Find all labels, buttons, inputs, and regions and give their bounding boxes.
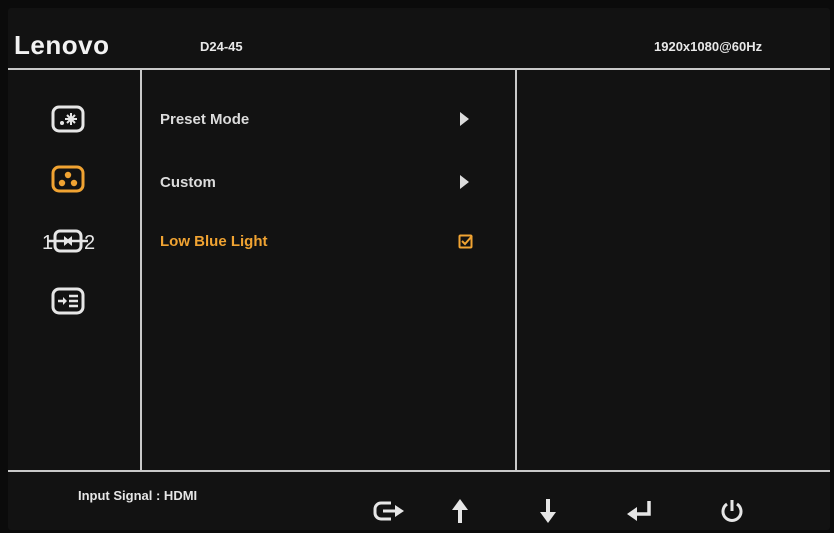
model-name: D24-45 bbox=[200, 39, 243, 54]
chevron-right-icon bbox=[460, 112, 469, 126]
menu-item-low-blue-light[interactable]: Low Blue Light bbox=[160, 227, 500, 255]
footer-divider bbox=[8, 470, 830, 472]
checkbox-checked-icon[interactable] bbox=[458, 233, 474, 249]
down-arrow-icon[interactable] bbox=[530, 496, 566, 526]
chevron-right-icon bbox=[460, 175, 469, 189]
input-switch-icon[interactable] bbox=[372, 496, 408, 526]
osd-panel bbox=[8, 8, 830, 530]
brightness-contrast-icon[interactable] bbox=[48, 104, 88, 134]
input-signal-status: Input Signal : HDMI bbox=[78, 488, 198, 503]
resolution-readout: 1920x1080@60Hz bbox=[654, 39, 763, 54]
power-icon[interactable] bbox=[714, 496, 750, 526]
menu-item-custom[interactable]: Custom bbox=[160, 168, 500, 196]
sidebar-divider bbox=[140, 69, 142, 471]
osd-header: Lenovo D24-45 1920x1080@60Hz bbox=[8, 8, 830, 68]
brand-logo: Lenovo bbox=[14, 30, 110, 60]
submenu-divider bbox=[515, 69, 517, 471]
menu-settings-icon[interactable] bbox=[48, 286, 88, 316]
header-divider bbox=[8, 68, 830, 70]
menu-item-label: Custom bbox=[160, 173, 216, 191]
color-icon[interactable] bbox=[48, 164, 88, 194]
menu-item-label: Preset Mode bbox=[160, 110, 250, 128]
svg-text:1: 1 bbox=[42, 232, 53, 254]
menu-item-label: Low Blue Light bbox=[160, 232, 268, 250]
input-source-icon[interactable]: 1 2 bbox=[42, 226, 96, 256]
up-arrow-icon[interactable] bbox=[442, 496, 478, 526]
svg-text:2: 2 bbox=[84, 232, 95, 254]
enter-icon[interactable] bbox=[622, 496, 658, 526]
menu-item-preset-mode[interactable]: Preset Mode bbox=[160, 105, 500, 133]
